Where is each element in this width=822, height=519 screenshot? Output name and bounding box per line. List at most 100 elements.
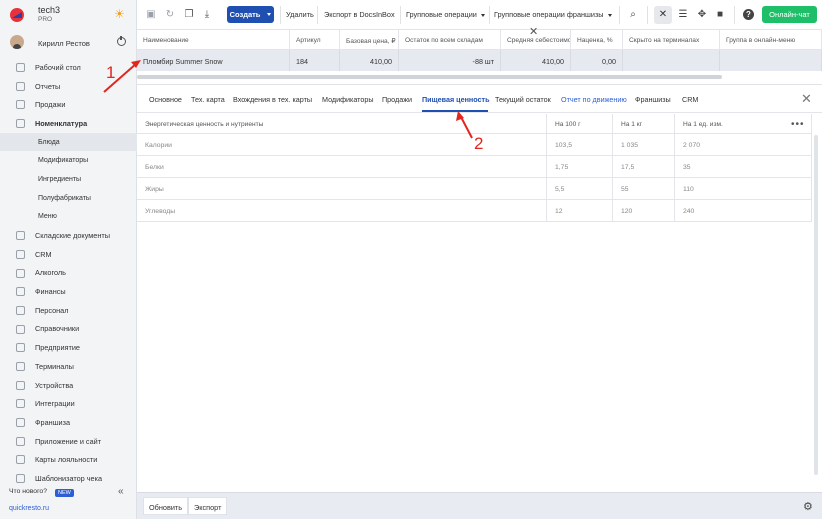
list-icon[interactable]: ☰: [678, 10, 688, 20]
tab[interactable]: Тех. карта: [191, 95, 225, 104]
sidebar-item[interactable]: Алкоголь: [0, 264, 137, 283]
nutrition-cell[interactable]: 5,5: [547, 178, 613, 200]
sidebar-item-icon: [16, 324, 25, 334]
sidebar-item[interactable]: Складские документы: [0, 226, 137, 245]
refresh-button[interactable]: Обновить: [143, 497, 189, 515]
sidebar-item[interactable]: CRM: [0, 245, 137, 264]
online-chat-button[interactable]: Онлайн-чат: [762, 6, 817, 23]
sidebar-item[interactable]: Финансы: [0, 282, 137, 301]
sidebar-item[interactable]: Предприятие: [0, 338, 137, 357]
grid-cell[interactable]: 0,00: [571, 50, 623, 71]
column-header[interactable]: Группа в онлайн-меню: [720, 30, 822, 50]
sidebar-item[interactable]: Продажи: [0, 95, 137, 114]
footer-link[interactable]: quickresto.ru: [9, 505, 49, 512]
tab[interactable]: Продажи: [382, 95, 412, 104]
column-header[interactable]: Скрыто на терминалах: [623, 30, 720, 50]
close-icon[interactable]: ✕: [801, 91, 812, 107]
nutrition-cell[interactable]: Калории: [137, 134, 547, 156]
tab[interactable]: Франшизы: [635, 95, 671, 104]
move-icon[interactable]: ✥: [697, 10, 707, 20]
vertical-scrollbar[interactable]: [814, 135, 818, 475]
settings-sliders-icon[interactable]: ⚙: [803, 500, 813, 513]
sidebar-item[interactable]: Шаблонизатор чека: [0, 469, 137, 488]
tab[interactable]: Пищевая ценность: [422, 95, 490, 104]
download-icon[interactable]: ⤓: [202, 10, 212, 20]
grid-cell[interactable]: 410,00: [501, 50, 571, 71]
sidebar-item[interactable]: Франшиза: [0, 413, 137, 432]
sidebar-item-label: Приложение и сайт: [35, 436, 102, 446]
column-header[interactable]: Артикул: [290, 30, 340, 50]
nutrition-cell[interactable]: 17,5: [613, 156, 675, 178]
sidebar-item[interactable]: Блюда: [0, 132, 137, 152]
export-docsinbox-button[interactable]: Экспорт в DocsInBox: [324, 10, 395, 19]
help-icon[interactable]: ?: [743, 9, 754, 20]
whats-new-link[interactable]: Что нового?: [9, 488, 47, 495]
sidebar-item[interactable]: Терминалы: [0, 357, 137, 376]
group-ops-dropdown[interactable]: Групповые операции: [406, 10, 485, 19]
nutrition-cell[interactable]: 12: [547, 200, 613, 222]
sidebar-item[interactable]: Полуфабрикаты: [0, 189, 137, 208]
grid-cell[interactable]: 410,00: [340, 50, 399, 71]
sidebar-item[interactable]: Карты лояльности: [0, 450, 137, 469]
nutrition-cell[interactable]: Белки: [137, 156, 547, 178]
power-icon[interactable]: [117, 36, 126, 46]
divider: [619, 6, 620, 24]
grid-cell[interactable]: 184: [290, 50, 340, 71]
sidebar-nav: Рабочий стол Отчеты Продажи Номенклатура Блю…: [0, 58, 137, 488]
tab[interactable]: Текущий остаток: [495, 95, 551, 104]
tab[interactable]: Отчет по движению: [561, 95, 627, 104]
export-button[interactable]: Экспорт: [188, 497, 228, 515]
grid-cell[interactable]: Пломбир Summer Snow: [137, 50, 290, 71]
nutrition-cell[interactable]: 1,75: [547, 156, 613, 178]
sidebar-item[interactable]: Интеграции: [0, 394, 137, 413]
grid-cell[interactable]: [623, 50, 720, 71]
nutrition-cell[interactable]: Углеводы: [137, 200, 547, 222]
nutrition-cell[interactable]: 1 035: [613, 134, 675, 156]
nutrition-cell[interactable]: 110: [675, 178, 812, 200]
nutrition-cell[interactable]: 55: [613, 178, 675, 200]
tab[interactable]: CRM: [682, 95, 698, 104]
group-ops-franchise-dropdown[interactable]: Групповые операции франшизы: [494, 10, 612, 19]
nutrition-cell[interactable]: 240: [675, 200, 812, 222]
sun-icon[interactable]: ☀: [114, 8, 126, 20]
divider: [317, 6, 318, 24]
column-header[interactable]: Наценка, %: [571, 30, 623, 50]
nutrition-cell[interactable]: 35: [675, 156, 812, 178]
save-icon[interactable]: ▣: [146, 10, 156, 20]
tab[interactable]: Основное: [149, 95, 182, 104]
horizontal-scrollbar[interactable]: [137, 75, 722, 79]
nutrition-cell[interactable]: 2 070: [675, 134, 812, 156]
sidebar-item[interactable]: Модификаторы: [0, 151, 137, 170]
sidebar-item-label: Полуфабрикаты: [38, 194, 91, 202]
sidebar-item-label: Персонал: [35, 305, 69, 315]
column-header[interactable]: Остаток по всем складам: [399, 30, 501, 50]
sidebar-item[interactable]: Справочники: [0, 320, 137, 339]
brand[interactable]: tech3 PRO ☀: [0, 0, 137, 30]
copy-icon[interactable]: ❐: [184, 10, 194, 20]
tab[interactable]: Вхождения в тех. карты: [233, 95, 312, 104]
delete-button[interactable]: Удалить: [286, 10, 314, 19]
nutrition-cell[interactable]: 120: [613, 200, 675, 222]
sidebar-item[interactable]: Меню: [0, 208, 137, 227]
more-icon[interactable]: •••: [791, 119, 805, 130]
nutrition-cell[interactable]: 103,5: [547, 134, 613, 156]
grid-cell[interactable]: [720, 50, 822, 71]
sidebar-item[interactable]: Персонал: [0, 301, 137, 320]
grid-cell[interactable]: -88 шт: [399, 50, 501, 71]
sidebar-item[interactable]: Отчеты: [0, 77, 137, 96]
trash-icon[interactable]: ■: [715, 10, 725, 20]
collapse-sidebar-icon[interactable]: «: [118, 486, 124, 497]
user-panel[interactable]: Кирилл Рестов: [0, 32, 137, 54]
create-button[interactable]: Создать: [227, 6, 274, 23]
tab[interactable]: Модификаторы: [322, 95, 374, 104]
nutrition-cell[interactable]: Жиры: [137, 178, 547, 200]
sidebar-item[interactable]: Ингредиенты: [0, 170, 137, 189]
sidebar-item[interactable]: Номенклатура: [0, 114, 137, 133]
sidebar-item[interactable]: Рабочий стол: [0, 58, 137, 77]
column-header[interactable]: Базовая цена, ₽: [340, 30, 399, 50]
sidebar-item[interactable]: Приложение и сайт: [0, 432, 137, 451]
refresh-icon[interactable]: ↻: [165, 10, 175, 20]
column-header[interactable]: Наименование: [137, 30, 290, 50]
sidebar-item[interactable]: Устройства: [0, 376, 137, 395]
search-icon[interactable]: ⌕: [628, 10, 638, 20]
